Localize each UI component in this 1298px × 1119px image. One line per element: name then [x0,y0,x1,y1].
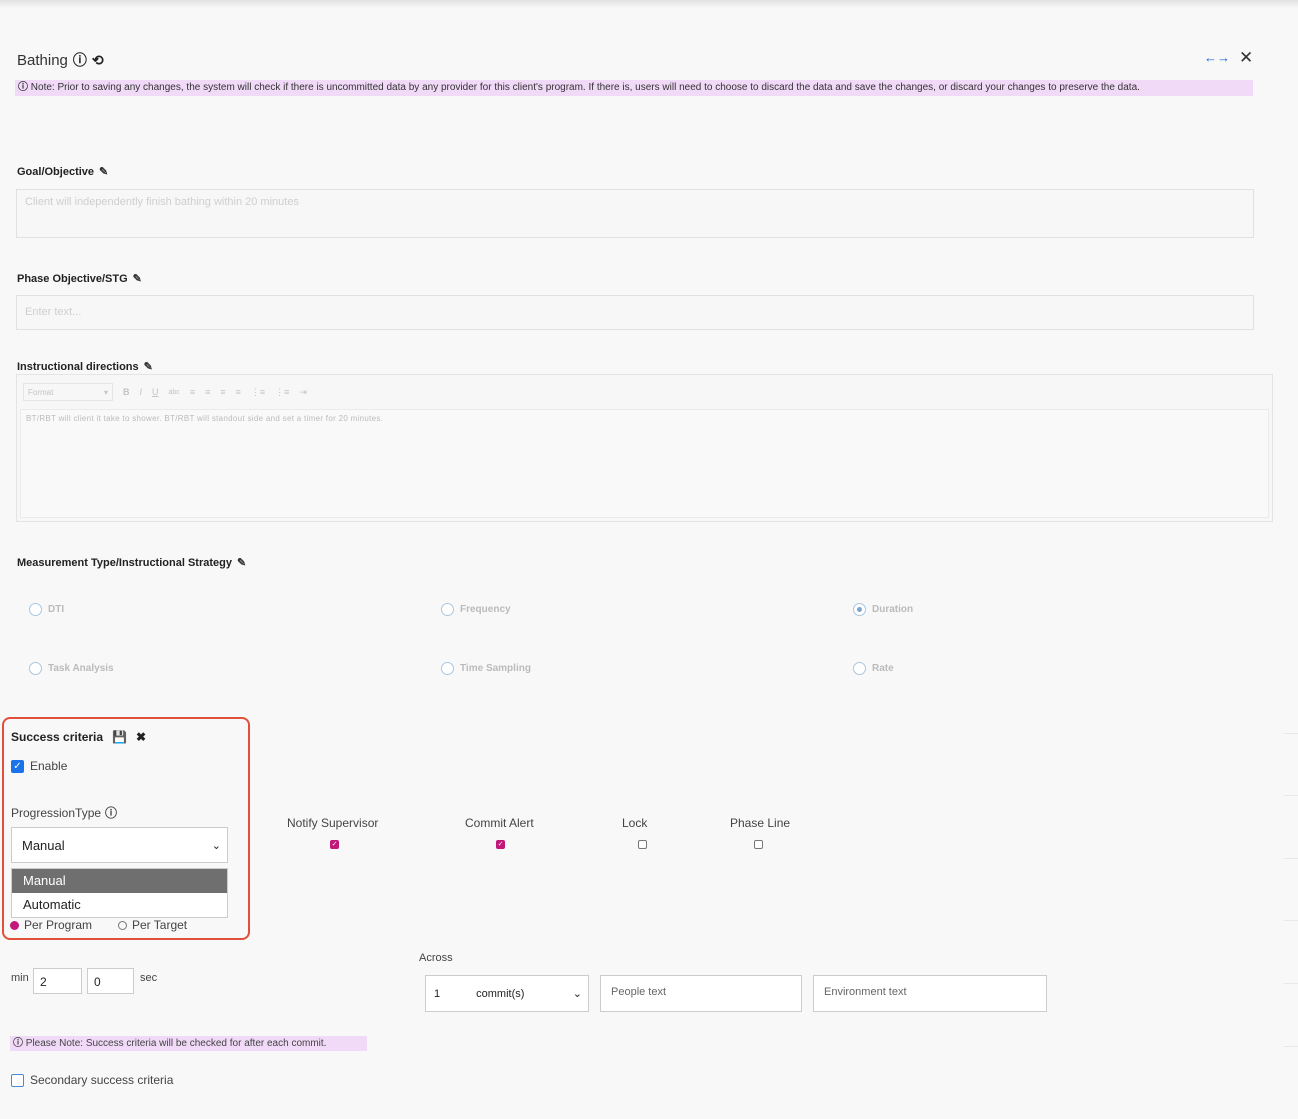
commit-alert-checkbox[interactable]: ✓ [496,840,505,849]
phase-placeholder: Enter text... [25,306,82,318]
editor-toolbar: Format ▾ B I U abc ≡ ≡ ≡ ≡ ⋮≡ ⋮≡ ⇥ [17,375,1272,409]
underline-button[interactable]: U [152,387,159,397]
pencil-icon[interactable]: ✎ [133,272,142,285]
phase-input[interactable]: Enter text... [16,295,1254,330]
radio-time-sampling[interactable]: Time Sampling [441,662,531,675]
goal-label: Goal/Objective ✎ [17,165,108,179]
page-title-row: Bathing ⓘ ⟲ [17,50,104,70]
phase-line-label: Phase Line [730,816,791,830]
commit-count-value: 1 [434,987,441,1000]
min-label: min [11,972,29,984]
info-icon: ⓘ [18,82,28,93]
radio-task-analysis[interactable]: Task Analysis [29,662,114,675]
measurement-label-text: Measurement Type/Instructional Strategy [17,556,232,569]
lock-checkbox[interactable] [638,840,647,849]
phase-label: Phase Objective/STG ✎ [17,272,142,286]
close-icon[interactable]: ✕ [1239,48,1253,68]
secondary-criteria-row[interactable]: Secondary success criteria [11,1073,173,1087]
environment-input[interactable]: Environment text [813,975,1047,1012]
seconds-value: 0 [94,975,101,989]
editor-body[interactable]: BT/RBT will client it take to shower. BT… [20,409,1269,518]
commit-unit: commit(s) [476,987,525,1000]
note-text: Note: Prior to saving any changes, the s… [30,82,1140,93]
align-center-icon[interactable]: ≡ [205,387,210,397]
radio-circle-selected [853,603,866,616]
side-panel-edge [1284,920,1298,980]
align-right-icon[interactable]: ≡ [220,387,225,397]
goal-label-text: Goal/Objective [17,165,95,178]
bullet-list-icon[interactable]: ⋮≡ [251,387,265,398]
strikethrough-button[interactable]: abc [169,389,180,396]
side-panel-edge [1284,1046,1298,1106]
secondary-criteria-checkbox[interactable] [11,1073,24,1087]
align-left-icon[interactable]: ≡ [190,387,195,397]
radio-label: Rate [872,663,894,674]
history-icon[interactable]: ⟲ [92,52,104,69]
phase-label-text: Phase Objective/STG [17,272,128,285]
secondary-criteria-label: Secondary success criteria [30,1073,174,1087]
people-input[interactable]: People text [600,975,802,1012]
radio-dti[interactable]: DTI [29,603,64,616]
radio-circle [29,662,42,675]
success-note-banner: ⓘ Please Note: Success criteria will be … [10,1036,367,1051]
instructional-label: Instructional directions ✎ [17,360,153,374]
radio-label: Duration [872,604,914,615]
side-panel-edge [1284,983,1298,1043]
radio-frequency[interactable]: Frequency [441,603,511,616]
radio-label: DTI [48,604,65,615]
radio-label: Frequency [460,604,511,615]
highlight-box [2,717,250,940]
radio-label: Time Sampling [460,663,531,674]
align-justify-icon[interactable]: ≡ [236,387,241,397]
info-icon: ⓘ [13,1038,23,1049]
environment-placeholder: Environment text [824,986,907,998]
notify-supervisor-checkbox[interactable]: ✓ [330,840,339,849]
radio-circle [853,662,866,675]
minutes-value: 2 [40,975,47,989]
radio-circle [441,603,454,616]
sec-label: sec [140,972,158,984]
format-select[interactable]: Format ▾ [23,383,113,401]
minutes-input[interactable]: 2 [33,968,82,994]
radio-circle [441,662,454,675]
side-panel-edge [1284,795,1298,855]
indent-icon[interactable]: ⇥ [299,387,307,398]
format-label: Format [28,387,54,397]
seconds-input[interactable]: 0 [87,968,134,994]
info-icon[interactable]: ⓘ [73,50,87,70]
rich-text-editor: Format ▾ B I U abc ≡ ≡ ≡ ≡ ⋮≡ ⋮≡ ⇥ BT/RB… [16,374,1273,522]
radio-circle [29,603,42,616]
radio-duration[interactable]: Duration [853,603,913,616]
pencil-icon[interactable]: ✎ [99,165,108,178]
pencil-icon[interactable]: ✎ [237,556,246,569]
measurement-label: Measurement Type/Instructional Strategy … [17,556,246,570]
phase-line-checkbox[interactable] [754,840,763,849]
people-placeholder: People text [611,986,667,998]
goal-textarea[interactable]: Client will independently finish bathing… [16,189,1254,238]
editor-text: BT/RBT will client it take to shower. BT… [26,414,384,423]
notify-supervisor-label: Notify Supervisor [287,816,379,830]
radio-label: Task Analysis [48,663,114,674]
caret-down-icon: ▾ [103,387,108,397]
note-banner: ⓘ Note: Prior to saving any changes, the… [15,80,1253,96]
page-title: Bathing [17,51,68,69]
radio-rate[interactable]: Rate [853,662,894,675]
side-panel-edge [1284,858,1298,918]
goal-placeholder: Client will independently finish bathing… [25,196,299,208]
across-label: Across [419,952,453,964]
italic-button[interactable]: I [140,387,143,397]
top-shadow [0,0,1298,8]
lock-label: Lock [622,816,648,830]
commit-alert-label: Commit Alert [465,816,534,830]
commit-count-select[interactable]: 1 commit(s) ⌄ [425,975,589,1012]
expand-icon[interactable]: ←→ [1204,50,1230,65]
instructional-label-text: Instructional directions [17,360,139,373]
numbered-list-icon[interactable]: ⋮≡ [275,387,289,398]
chevron-down-icon: ⌄ [572,988,582,1000]
success-note-text: Please Note: Success criteria will be ch… [25,1038,327,1049]
side-panel-edge [1284,733,1298,793]
pencil-icon[interactable]: ✎ [144,360,153,373]
bold-button[interactable]: B [123,387,130,397]
